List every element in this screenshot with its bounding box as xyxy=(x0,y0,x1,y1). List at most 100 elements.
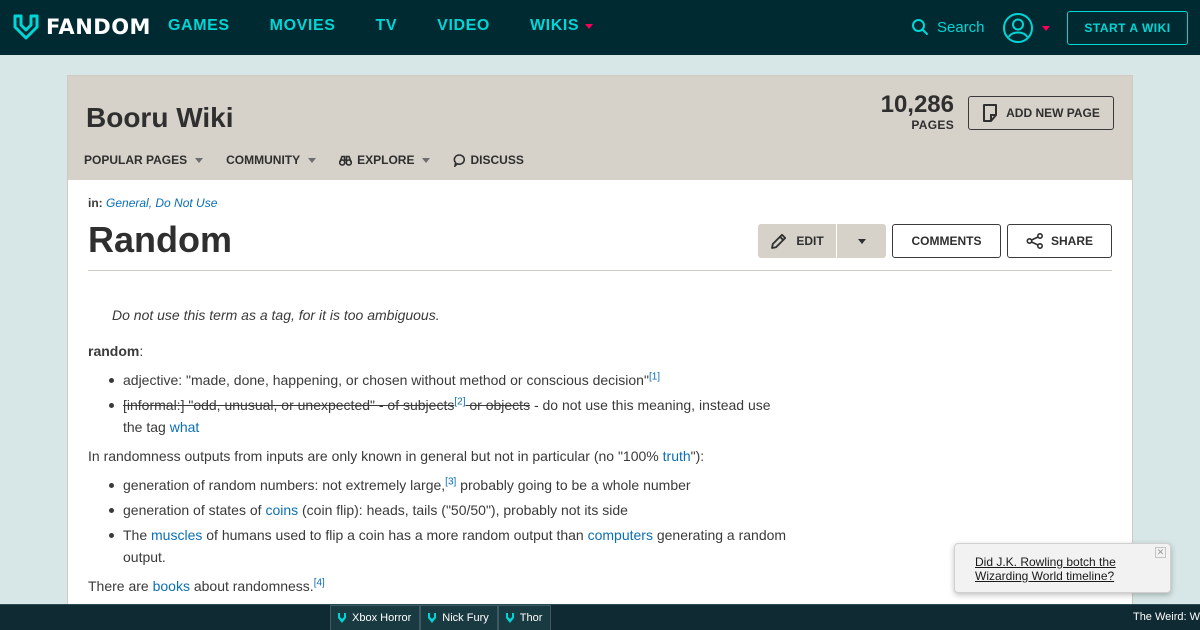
link-muscles[interactable]: muscles xyxy=(151,527,202,543)
definition-2-strike-a: [informal:] "odd, unusual, or unexpected… xyxy=(123,397,455,413)
popup-article-link[interactable]: Did J.K. Rowling botch the Wizarding Wor… xyxy=(975,555,1145,583)
add-new-page-label: ADD NEW PAGE xyxy=(1006,106,1100,120)
edit-button-group: EDIT xyxy=(758,224,886,258)
chevron-down-icon xyxy=(195,157,204,163)
list-item: adjective: "made, done, happening, or ch… xyxy=(109,369,788,391)
speech-bubble-icon xyxy=(454,153,466,167)
user-menu[interactable] xyxy=(1002,12,1050,44)
chevron-down-icon xyxy=(1042,25,1050,31)
nav-wikis[interactable]: WIKIS xyxy=(529,17,594,35)
nav-tv[interactable]: TV xyxy=(376,17,398,35)
example-2-text-a: generation of states of xyxy=(123,502,266,518)
wiki-nav-popular-pages[interactable]: POPULAR PAGES xyxy=(84,153,204,167)
fandom-heart-icon xyxy=(428,613,437,623)
wiki-header: Booru Wiki 10,286 PAGES ADD NEW PAGE POP… xyxy=(68,76,1132,180)
list-item: generation of states of coins (coin flip… xyxy=(109,499,788,521)
footnote-ref-4[interactable]: [4] xyxy=(314,577,325,588)
close-icon[interactable]: ✕ xyxy=(1155,547,1166,558)
wiki-nav-discuss-label: DISCUSS xyxy=(470,153,524,167)
page-counter: 10,286 PAGES xyxy=(880,91,954,133)
page-count-label: PAGES xyxy=(911,118,954,132)
chevron-down-icon xyxy=(422,157,431,163)
trending-tabs: Xbox Horror Nick Fury Thor xyxy=(330,605,552,630)
para1-text-b: "): xyxy=(690,448,705,464)
article-categories: in: General, Do Not Use xyxy=(88,196,217,210)
comments-button[interactable]: COMMENTS xyxy=(892,224,1001,258)
example-3-text-a: The xyxy=(123,527,152,543)
nav-movies-label: MOVIES xyxy=(269,17,336,34)
trending-tab-label: Thor xyxy=(519,612,543,624)
wiki-nav-popular-pages-label: POPULAR PAGES xyxy=(84,153,188,167)
footnote-ref-3[interactable]: [3] xyxy=(445,476,456,487)
user-avatar-icon xyxy=(1003,13,1033,43)
wiki-nav-community[interactable]: COMMUNITY xyxy=(226,153,317,167)
definition-list: adjective: "made, done, happening, or ch… xyxy=(109,369,788,438)
list-item: generation of random numbers: not extrem… xyxy=(109,474,788,496)
share-button[interactable]: SHARE xyxy=(1007,224,1112,258)
search-button[interactable]: Search xyxy=(911,18,985,36)
fandom-heart-icon xyxy=(338,613,346,623)
trending-tab-label: Xbox Horror xyxy=(352,612,412,624)
new-page-icon xyxy=(983,104,998,122)
example-2-text-b: (coin flip): heads, tails ("50/50"), pro… xyxy=(298,502,628,518)
term-colon: : xyxy=(139,343,144,359)
example-1-text-b: probably going to be a whole number xyxy=(456,477,691,493)
share-label: SHARE xyxy=(1050,234,1093,248)
link-what[interactable]: what xyxy=(170,419,200,435)
example-3-text-b: of humans used to flip a coin has a more… xyxy=(202,527,588,543)
trending-tab-thor[interactable]: Thor xyxy=(497,605,552,630)
paragraph-books: There are books about randomness.[4] xyxy=(88,575,788,597)
fandom-heart-icon xyxy=(13,14,39,40)
nav-wikis-label: WIKIS xyxy=(529,17,580,34)
usage-note: Do not use this term as a tag, for it is… xyxy=(112,307,440,323)
trending-tab-nick-fury[interactable]: Nick Fury xyxy=(420,605,498,630)
binoculars-icon xyxy=(339,155,353,166)
fandom-heart-icon xyxy=(505,613,514,623)
start-a-wiki-button[interactable]: START A WIKI xyxy=(1067,11,1188,45)
edit-label: EDIT xyxy=(796,234,824,248)
add-new-page-button[interactable]: ADD NEW PAGE xyxy=(968,96,1114,130)
nav-games[interactable]: GAMES xyxy=(168,17,230,35)
global-nav: GAMES MOVIES TV VIDEO WIKIS xyxy=(168,17,594,35)
edit-dropdown-button[interactable] xyxy=(837,224,886,258)
search-icon xyxy=(912,19,928,35)
fandom-logo[interactable]: FANDOM xyxy=(12,13,151,41)
para1-text-a: In randomness outputs from inputs are on… xyxy=(88,448,663,464)
wiki-nav-explore-label: EXPLORE xyxy=(357,153,415,167)
link-coins[interactable]: coins xyxy=(265,502,298,518)
search-label: Search xyxy=(937,18,985,36)
link-books[interactable]: books xyxy=(153,578,190,594)
footnote-ref-2[interactable]: [2] xyxy=(454,396,465,407)
footnote-ref-1[interactable]: [1] xyxy=(649,371,660,382)
wiki-title[interactable]: Booru Wiki xyxy=(86,102,234,134)
paragraph-randomness: In randomness outputs from inputs are on… xyxy=(88,445,788,467)
wiki-navigation: POPULAR PAGES COMMUNITY EXPLORE DISCUSS xyxy=(84,153,547,167)
wiki-nav-discuss[interactable]: DISCUSS xyxy=(453,153,524,167)
chevron-down-icon xyxy=(585,23,594,29)
fandom-wordmark: FANDOM xyxy=(46,15,151,39)
pencil-icon xyxy=(771,233,787,249)
trending-bar: Xbox Horror Nick Fury Thor The Weird: W xyxy=(0,604,1200,630)
trending-ticker[interactable]: The Weird: W xyxy=(1133,611,1200,623)
term-word: random xyxy=(88,343,140,359)
para2-text-b: about randomness. xyxy=(189,578,314,594)
list-item: [informal:] "odd, unusual, or unexpected… xyxy=(109,394,788,438)
chevron-down-icon xyxy=(857,238,866,244)
example-1-text-a: generation of random numbers: not extrem… xyxy=(123,477,446,493)
link-computers[interactable]: computers xyxy=(588,527,653,543)
edit-button[interactable]: EDIT xyxy=(758,224,836,258)
nav-games-label: GAMES xyxy=(168,17,230,34)
wiki-nav-explore[interactable]: EXPLORE xyxy=(339,153,431,167)
trending-tab-label: Nick Fury xyxy=(442,612,489,624)
nav-video[interactable]: VIDEO xyxy=(437,17,490,35)
link-truth[interactable]: truth xyxy=(663,448,691,464)
nav-movies[interactable]: MOVIES xyxy=(270,17,336,35)
page-count-number: 10,286 xyxy=(880,91,954,118)
page-title: Random xyxy=(88,219,232,260)
recommendation-popup: Did J.K. Rowling botch the Wizarding Wor… xyxy=(954,543,1171,593)
para2-text-a: There are xyxy=(88,578,153,594)
category-links[interactable]: General, Do Not Use xyxy=(106,196,217,210)
definition-2-strike-b: or objects xyxy=(465,397,531,413)
examples-list: generation of random numbers: not extrem… xyxy=(109,474,788,568)
trending-tab-xbox-horror[interactable]: Xbox Horror xyxy=(330,605,421,630)
